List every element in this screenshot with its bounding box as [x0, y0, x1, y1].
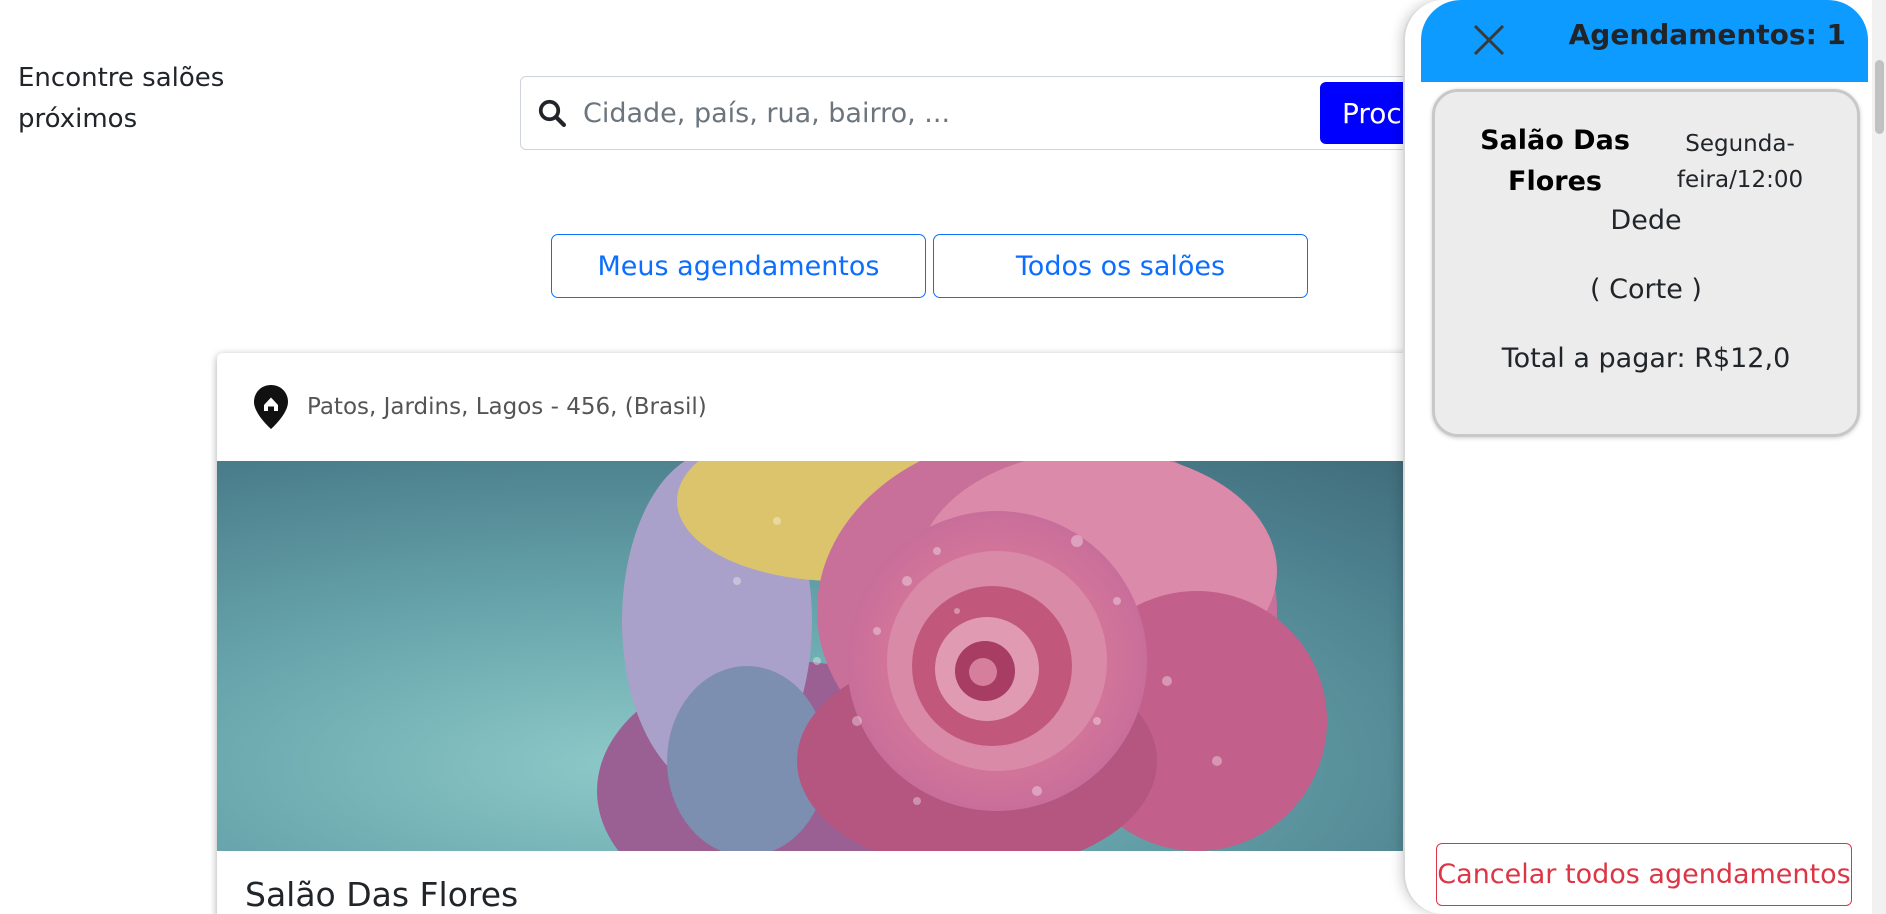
salon-name: Salão Das Flores — [245, 875, 519, 914]
drawer-header: Agendamentos: 1 — [1421, 0, 1868, 82]
booking-total: Total a pagar: R$12,0 — [1501, 343, 1791, 374]
close-icon[interactable] — [1465, 16, 1513, 64]
bookings-count-title: Agendamentos: 1 — [1568, 18, 1846, 51]
salon-photo-rose — [217, 461, 1517, 851]
salon-card[interactable]: Patos, Jardins, Lagos - 456, (Brasil) Sa… — [217, 353, 1517, 914]
scrollbar-thumb[interactable] — [1875, 60, 1884, 134]
all-salons-button[interactable]: Todos os salões — [933, 234, 1308, 298]
booking-client-name: Dede — [1610, 205, 1682, 236]
booking-service: ( Corte ) — [1590, 274, 1702, 305]
booking-datetime: Segunda-feira/12:00 — [1676, 131, 1804, 193]
my-bookings-button[interactable]: Meus agendamentos — [551, 234, 926, 298]
search-input[interactable] — [583, 77, 1419, 149]
cancel-all-bookings-button[interactable]: Cancelar todos agendamentos — [1436, 843, 1852, 906]
search-icon — [521, 77, 583, 149]
bookings-drawer: Agendamentos: 1 Salão Das Flores Segunda… — [1403, 0, 1886, 914]
salon-address: Patos, Jardins, Lagos - 456, (Brasil) — [307, 394, 707, 420]
find-salons-label: Encontre salões próximos — [18, 63, 225, 134]
booking-card: Salão Das Flores Segunda-feira/12:00 Ded… — [1432, 89, 1860, 437]
drawer-scrollbar[interactable] — [1872, 0, 1886, 914]
location-pin-icon — [252, 383, 290, 431]
salon-address-row: Patos, Jardins, Lagos - 456, (Brasil) — [217, 353, 1517, 461]
booking-salon-name: Salão Das Flores — [1480, 125, 1630, 197]
search-bar: Procurar — [520, 76, 1420, 150]
